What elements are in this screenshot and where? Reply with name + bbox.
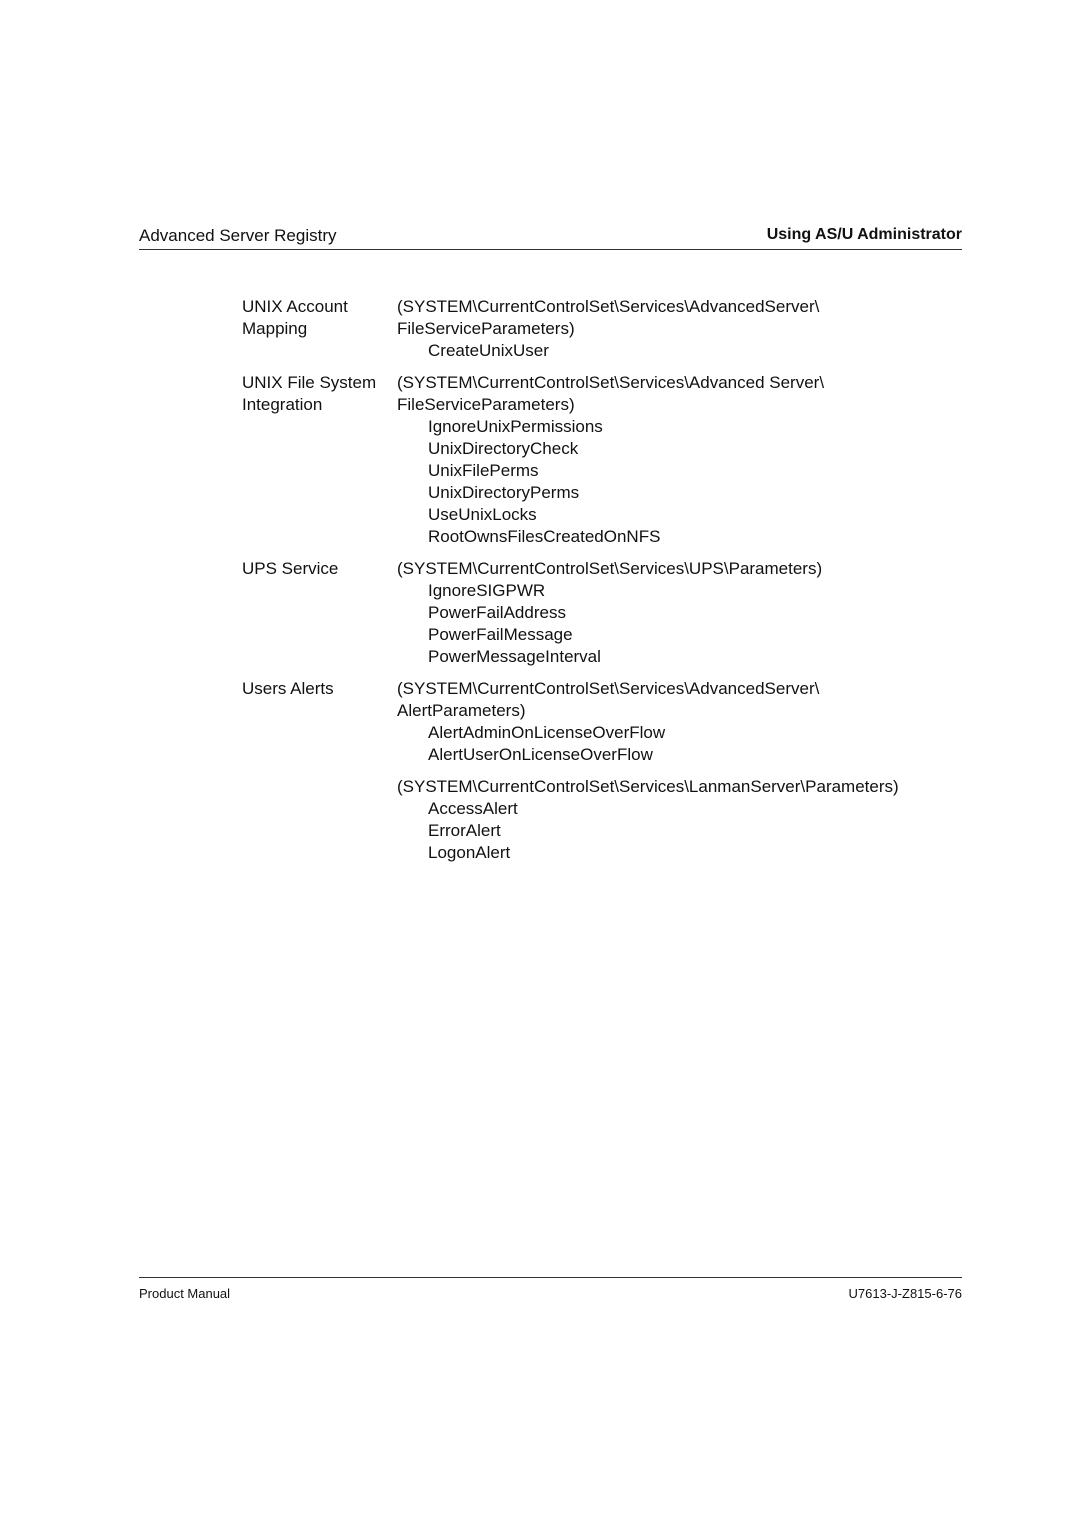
registry-value-name: RootOwnsFilesCreatedOnNFS xyxy=(428,527,661,546)
footer-document-number: U7613-J-Z815-6-76 xyxy=(848,1286,962,1301)
registry-value-name: PowerFailMessage xyxy=(428,625,573,644)
registry-value-name: AlertUserOnLicenseOverFlow xyxy=(428,745,653,764)
registry-section: UNIX File System Integration (SYSTEM\Curre… xyxy=(242,372,962,548)
section-label-line: Integration xyxy=(242,395,323,414)
section-label: UNIX File System Integration xyxy=(242,372,397,548)
registry-value-name: AccessAlert xyxy=(428,799,518,818)
registry-path: AlertParameters) xyxy=(397,701,526,720)
registry-value-name: PowerFailAddress xyxy=(428,603,566,622)
registry-value-name: ErrorAlert xyxy=(428,821,501,840)
registry-path: (SYSTEM\CurrentControlSet\Services\UPS\P… xyxy=(397,559,823,578)
registry-table: UNIX Account Mapping (SYSTEM\CurrentContro… xyxy=(242,296,962,874)
registry-path: (SYSTEM\CurrentControlSet\Services\Lanma… xyxy=(397,777,899,796)
registry-value-name: UnixDirectoryPerms xyxy=(428,483,580,502)
registry-path: (SYSTEM\CurrentControlSet\Services\Advan… xyxy=(397,679,820,698)
section-label: UNIX Account Mapping xyxy=(242,296,397,362)
registry-value-name: LogonAlert xyxy=(428,843,511,862)
section-label-line: Mapping xyxy=(242,319,308,338)
section-label-line: Users Alerts xyxy=(242,679,334,698)
section-label-line: UNIX File System xyxy=(242,373,377,392)
registry-value-name: UnixFilePerms xyxy=(428,461,539,480)
registry-value-name: IgnoreUnixPermissions xyxy=(428,417,603,436)
section-body: (SYSTEM\CurrentControlSet\Services\Advan… xyxy=(397,372,962,548)
registry-section: Users Alerts (SYSTEM\CurrentControlSet\Se… xyxy=(242,678,962,864)
registry-path: (SYSTEM\CurrentControlSet\Services\Advan… xyxy=(397,297,820,316)
registry-path: (SYSTEM\CurrentControlSet\Services\Advan… xyxy=(397,373,825,392)
registry-path: FileServiceParameters) xyxy=(397,395,575,414)
registry-value-name: PowerMessageInterval xyxy=(428,647,601,666)
registry-section: UPS Service (SYSTEM\CurrentControlSet\Ser… xyxy=(242,558,962,668)
registry-value-name: CreateUnixUser xyxy=(428,341,549,360)
registry-key-group: (SYSTEM\CurrentControlSet\Services\Advan… xyxy=(397,678,962,766)
registry-value-name: IgnoreSIGPWR xyxy=(428,581,546,600)
registry-value-name: UnixDirectoryCheck xyxy=(428,439,579,458)
page-header: Advanced Server Registry Using AS/U Admi… xyxy=(139,226,962,250)
section-label: UPS Service xyxy=(242,558,397,668)
section-label-line: UPS Service xyxy=(242,559,339,578)
section-label: Users Alerts xyxy=(242,678,397,864)
registry-value-name: UseUnixLocks xyxy=(428,505,537,524)
section-label-line: UNIX Account xyxy=(242,297,348,316)
registry-value-name: AlertAdminOnLicenseOverFlow xyxy=(428,723,666,742)
header-section-title: Advanced Server Registry xyxy=(139,226,337,245)
page-footer: Product Manual U7613-J-Z815-6-76 xyxy=(139,1277,962,1301)
registry-key-group: (SYSTEM\CurrentControlSet\Services\Advan… xyxy=(397,372,962,548)
section-body: (SYSTEM\CurrentControlSet\Services\Advan… xyxy=(397,678,962,864)
registry-key-group: (SYSTEM\CurrentControlSet\Services\UPS\P… xyxy=(397,558,962,668)
registry-path: FileServiceParameters) xyxy=(397,319,575,338)
section-body: (SYSTEM\CurrentControlSet\Services\Advan… xyxy=(397,296,962,362)
section-body: (SYSTEM\CurrentControlSet\Services\UPS\P… xyxy=(397,558,962,668)
registry-key-group: (SYSTEM\CurrentControlSet\Services\Advan… xyxy=(397,296,962,362)
header-chapter-title: Using AS/U Administrator xyxy=(766,226,962,243)
registry-section: UNIX Account Mapping (SYSTEM\CurrentContro… xyxy=(242,296,962,362)
footer-manual-name: Product Manual xyxy=(139,1286,231,1301)
registry-key-group: (SYSTEM\CurrentControlSet\Services\Lanma… xyxy=(397,776,962,864)
